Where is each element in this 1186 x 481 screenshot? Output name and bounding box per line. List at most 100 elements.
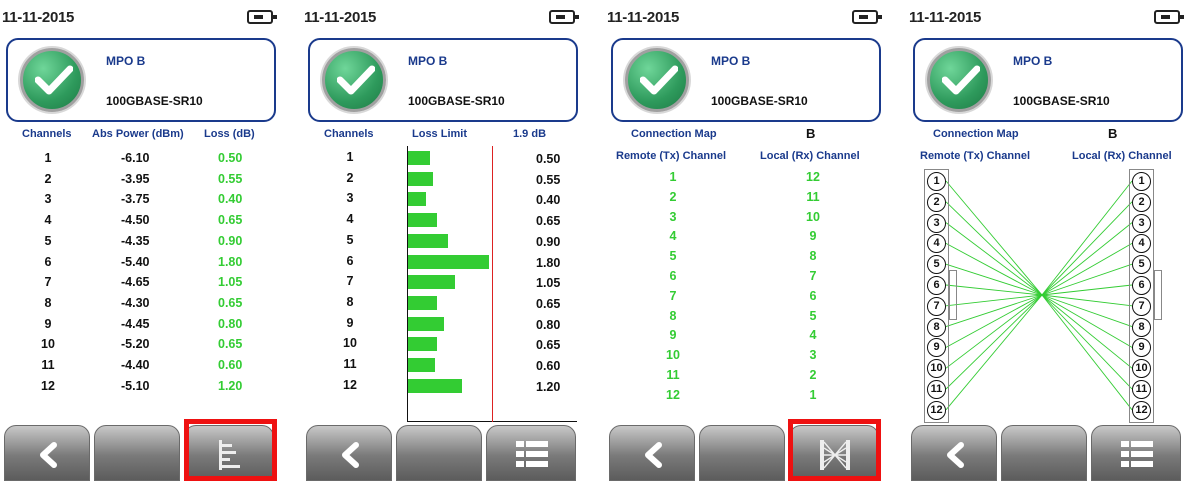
list-view-icon	[516, 441, 548, 467]
loss-value: 0.65	[218, 295, 243, 310]
right-pin: 8	[1132, 317, 1151, 337]
loss-data-label: 0.50	[536, 152, 561, 166]
channel-number: 9	[44, 316, 52, 331]
remote-channel: 6	[669, 269, 677, 283]
remote-channel: 9	[669, 328, 677, 343]
abs-power-value: -4.40	[121, 358, 150, 372]
channel-number: 8	[44, 295, 52, 310]
channel-number: 6	[44, 254, 52, 269]
back-button[interactable]	[306, 425, 392, 481]
test-standard: 100GBASE-SR10	[711, 94, 808, 108]
list-view-icon	[1121, 441, 1153, 467]
channel-tick-label: 9	[346, 315, 354, 330]
fiber-line	[1041, 294, 1133, 411]
left-pin: 3	[927, 213, 946, 233]
local-channel: 4	[809, 328, 817, 343]
local-channel: 1	[809, 387, 817, 402]
back-button[interactable]	[609, 425, 695, 481]
channel-tick-label: 6	[346, 253, 354, 268]
chevron-left-icon	[947, 442, 964, 468]
list-view-button[interactable]	[1091, 425, 1181, 481]
remote-channel: 8	[669, 308, 677, 323]
remote-channel: 12	[666, 387, 680, 402]
highlight-frame	[184, 419, 277, 481]
screen-connection-map: 11-11-2015 MPO B 100GBASE-SR10 Connectio…	[907, 0, 1186, 481]
abs-power-value: -3.95	[121, 171, 150, 186]
softkey-blank[interactable]	[396, 425, 482, 481]
local-channel: 7	[809, 269, 817, 283]
connection-map-label: Connection Map	[631, 128, 717, 140]
back-button[interactable]	[911, 425, 997, 481]
loss-bar	[408, 295, 438, 310]
loss-data-label: 0.65	[536, 296, 561, 311]
loss-data-label: 0.65	[536, 214, 561, 229]
loss-value: 0.50	[218, 151, 243, 165]
right-pin: 6	[1132, 276, 1151, 295]
fiber-line	[945, 294, 1043, 307]
remote-channel: 1	[669, 170, 677, 184]
remote-channel: 2	[669, 189, 677, 204]
loss-value: 0.80	[218, 316, 243, 331]
connector-name: MPO B	[711, 54, 751, 68]
channel-tick-label: 3	[346, 191, 354, 206]
chevron-left-icon	[645, 442, 662, 468]
left-pin: 8	[927, 317, 946, 337]
loss-data-label: 0.65	[536, 338, 561, 353]
channel-number: 3	[44, 192, 52, 207]
fiber-line	[1041, 180, 1133, 296]
highlight-frame	[788, 419, 881, 481]
right-pin: 2	[1132, 192, 1151, 212]
loss-value: 0.60	[218, 358, 243, 372]
loss-data-label: 1.80	[536, 255, 561, 270]
status-bar: 11-11-2015	[0, 0, 279, 36]
abs-power-value: -5.40	[121, 254, 150, 269]
channel-tick-label: 1	[346, 150, 354, 164]
loss-bar	[408, 337, 438, 352]
table-view-button[interactable]	[486, 425, 576, 481]
result-card[interactable]: MPO B 100GBASE-SR10	[611, 38, 881, 122]
left-pin: 11	[927, 380, 946, 399]
remote-channel: 4	[669, 229, 677, 244]
fiber-line	[945, 294, 1043, 328]
connector-name: MPO B	[106, 54, 146, 68]
loss-data-label: 0.55	[536, 172, 561, 187]
connector-name: MPO B	[408, 54, 448, 68]
channel-number: 4	[44, 213, 52, 228]
channel-tick-label: 7	[346, 274, 354, 289]
chevron-left-icon	[40, 442, 57, 468]
softkey-blank[interactable]	[1001, 425, 1087, 481]
screen-bar-chart: 11-11-2015 MPO B 100GBASE-SR10 Channels …	[302, 0, 581, 481]
fiber-line	[945, 222, 1043, 296]
local-channel: 5	[809, 308, 817, 323]
back-button[interactable]	[4, 425, 90, 481]
fiber-line	[945, 294, 1043, 369]
softkey-bar	[302, 425, 581, 481]
fiber-line	[1041, 222, 1133, 296]
softkey-blank[interactable]	[94, 425, 180, 481]
abs-power-value: -4.30	[121, 295, 150, 310]
right-pin: 11	[1132, 380, 1151, 399]
channel-tick-label: 11	[343, 357, 357, 371]
battery-plug-icon	[852, 10, 882, 24]
left-pin: 1	[927, 172, 946, 191]
fiber-line	[1041, 294, 1133, 348]
battery-plug-icon	[247, 10, 277, 24]
softkey-blank[interactable]	[699, 425, 785, 481]
check-pass-icon	[322, 48, 386, 112]
fiber-line	[945, 294, 1043, 390]
local-channel: 9	[809, 229, 817, 244]
col-header-channels: Channels	[22, 128, 72, 140]
abs-power-value: -4.45	[121, 316, 150, 331]
left-pin: 7	[927, 296, 946, 316]
abs-power-value: -4.35	[121, 233, 150, 248]
loss-bar	[408, 275, 455, 290]
fiber-line	[945, 180, 1043, 296]
remote-channel: 5	[669, 249, 677, 264]
channel-number: 5	[44, 233, 52, 248]
result-card[interactable]: MPO B 100GBASE-SR10	[308, 38, 578, 122]
date-label: 11-11-2015	[2, 9, 75, 26]
result-card[interactable]: MPO B 100GBASE-SR10	[6, 38, 276, 122]
date-label: 11-11-2015	[607, 9, 680, 26]
loss-value: 0.55	[218, 171, 243, 186]
remote-channel: 7	[669, 288, 677, 303]
